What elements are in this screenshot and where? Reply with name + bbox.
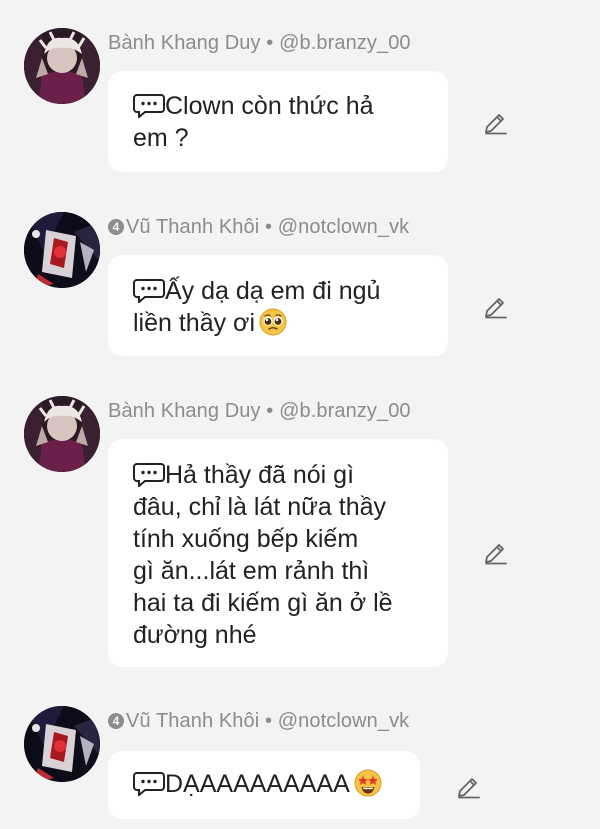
message-text: Hả thầy đã nói gì đâu, chỉ là lát nữa th… [133,461,393,649]
author-handle[interactable]: @b.branzy_00 [279,400,411,422]
speech-bubble-icon [133,461,165,487]
message-meta: Bành Khang Duy • @b.branzy_00 [108,400,411,423]
pencil-icon[interactable] [482,538,510,566]
message-meta: Bành Khang Duy • @b.branzy_00 [108,32,411,55]
pencil-icon[interactable] [455,772,483,800]
author-handle[interactable]: @b.branzy_00 [279,32,411,54]
avatar[interactable] [24,28,100,104]
separator: • [266,400,274,422]
message-bubble[interactable]: Clown còn thức hả em ? [108,71,448,172]
author-name[interactable]: Vũ Thanh Khôi [126,710,259,732]
message-text: Clown còn thức hả em ? [133,92,374,152]
message-bubble[interactable]: Ấy dạ dạ em đi ngủ liền thầy ơi [108,255,448,356]
level-badge: 4 [108,219,124,235]
separator: • [264,216,273,238]
avatar[interactable] [24,212,100,288]
speech-bubble-icon [133,277,165,303]
message-bubble[interactable]: Hả thầy đã nói gì đâu, chỉ là lát nữa th… [108,439,448,667]
separator: • [266,32,274,54]
speech-bubble-icon [133,770,165,796]
author-name[interactable]: Vũ Thanh Khôi [126,216,259,238]
author-name[interactable]: Bành Khang Duy [108,32,261,54]
author-handle[interactable]: @notclown_vk [278,710,410,732]
author-name[interactable]: Bành Khang Duy [108,400,261,422]
pleading-face-icon [259,308,287,336]
author-handle[interactable]: @notclown_vk [278,216,410,238]
avatar[interactable] [24,706,100,782]
message-text: DẠAAAAAAAAA [165,770,350,798]
level-badge: 4 [108,713,124,729]
pencil-icon[interactable] [482,292,510,320]
message-meta: 4 Vũ Thanh Khôi • @notclown_vk [108,710,409,733]
message-bubble[interactable]: DẠAAAAAAAAA [108,751,420,819]
message-text: Ấy dạ dạ em đi ngủ liền thầy ơi [133,277,381,337]
avatar[interactable] [24,396,100,472]
speech-bubble-icon [133,92,165,118]
message-meta: 4 Vũ Thanh Khôi • @notclown_vk [108,216,409,239]
star-struck-icon [354,769,382,797]
separator: • [264,710,273,732]
pencil-icon[interactable] [482,108,510,136]
